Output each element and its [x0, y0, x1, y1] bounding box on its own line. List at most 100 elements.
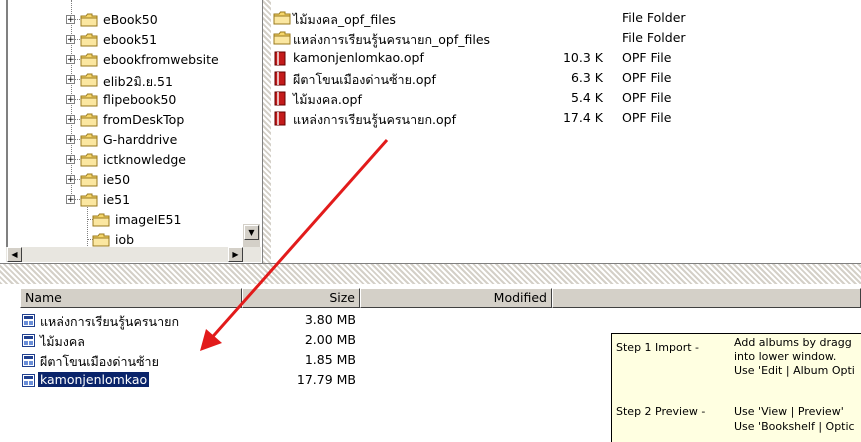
file-name: kamonjenlomkao.opf — [293, 50, 424, 65]
help-step2-line1: Use 'View | Preview' — [734, 405, 844, 418]
album-name: ไม้มงคล — [40, 334, 85, 349]
horizontal-splitter[interactable] — [0, 263, 861, 284]
tree-item[interactable]: + ebook51 — [8, 30, 258, 50]
file-row[interactable]: แหล่งการเรียนรู้นครนายก_opf_files File Fo… — [271, 28, 861, 48]
tree-item-label: G-harddrive — [103, 132, 178, 147]
expand-icon[interactable]: + — [66, 35, 75, 45]
opf-file-icon — [273, 51, 291, 66]
file-type: OPF File — [622, 90, 672, 105]
folder-icon — [273, 11, 291, 25]
scroll-right-button[interactable]: ▶ — [228, 247, 243, 262]
expand-icon[interactable]: + — [66, 195, 75, 205]
help-step1-line2: into lower window. — [734, 350, 837, 363]
file-name: แหล่งการเรียนรู้นครนายก.opf — [293, 112, 456, 127]
opf-file-icon — [273, 111, 291, 126]
expand-icon[interactable]: + — [66, 135, 75, 145]
album-size: 17.79 MB — [296, 372, 356, 387]
folder-icon — [80, 13, 98, 27]
help-step1-line3: Use 'Edit | Album Opti — [734, 364, 855, 377]
folder-icon — [80, 93, 98, 107]
album-name: kamonjenlomkao — [36, 371, 151, 388]
tree-item-label: ebookfromwebsite — [103, 52, 219, 67]
tree-item[interactable]: + eBook50 — [8, 10, 258, 30]
column-header-name[interactable]: Name — [20, 288, 242, 308]
help-panel: Step 1 Import - Add albums by dragg into… — [611, 333, 861, 442]
help-step1-line1: Add albums by dragg — [734, 336, 852, 349]
scroll-down-button[interactable]: ▼ — [244, 225, 259, 240]
file-name: ไม้มงคล.opf — [293, 92, 362, 107]
tree-item[interactable]: + ie51 — [8, 190, 258, 210]
help-step1-label: Step 1 Import - — [616, 341, 700, 354]
folder-icon — [80, 133, 98, 147]
tree-item[interactable]: + elib2มิ.ย.51 — [8, 70, 258, 90]
folder-icon — [80, 73, 98, 87]
column-header-size[interactable]: Size — [242, 288, 360, 308]
file-type: File Folder — [622, 30, 686, 45]
tree-item-label: iob — [115, 232, 135, 247]
expand-icon[interactable]: + — [66, 155, 75, 165]
tree-item-label: ictknowledge — [103, 152, 187, 167]
tree-horizontal-scrollbar[interactable]: ◀ ▶ — [6, 247, 261, 262]
tree-item-label: fromDeskTop — [103, 112, 185, 127]
tree-item[interactable]: + flipebook50 — [8, 90, 258, 110]
folder-icon — [80, 173, 98, 187]
file-size: 5.4 K — [570, 90, 603, 105]
opf-file-icon — [273, 71, 291, 86]
tree-item[interactable]: + G-harddrive — [8, 130, 258, 150]
folder-tree[interactable]: + eBook50 + ebook51 + ebookfromwebsite + elib2ม… — [6, 0, 263, 261]
file-row[interactable]: แหล่งการเรียนรู้นครนายก.opf 17.4 K OPF Fil… — [271, 108, 861, 128]
expand-icon[interactable]: + — [66, 115, 75, 125]
album-row[interactable]: kamonjenlomkao 17.79 MB — [22, 371, 356, 390]
tree-item[interactable]: imageIE51 — [8, 210, 258, 230]
tree-item-label: eBook50 — [103, 12, 158, 27]
tree-item[interactable]: + ebookfromwebsite — [8, 50, 258, 70]
file-list[interactable]: ไม้มงคล_opf_files File Folder แหล่งการเรีย… — [271, 0, 861, 262]
tree-item-label: ie51 — [103, 192, 131, 207]
file-size: 10.3 K — [562, 50, 603, 65]
tree-item[interactable]: + ie50 — [8, 170, 258, 190]
vertical-splitter[interactable] — [262, 0, 271, 263]
file-name: แหล่งการเรียนรู้นครนายก_opf_files — [293, 32, 491, 47]
expand-icon[interactable]: + — [66, 95, 75, 105]
file-row[interactable]: ไม้มงคล_opf_files File Folder — [271, 8, 861, 28]
folder-icon — [92, 233, 110, 247]
album-row[interactable]: ผีตาโขนเมืองด่านซ้าย 1.85 MB — [22, 351, 356, 370]
folder-icon — [273, 31, 291, 45]
expand-icon[interactable]: + — [66, 75, 75, 85]
tree-item-label: flipebook50 — [103, 92, 177, 107]
album-row[interactable]: แหล่งการเรียนรู้นครนายก 3.80 MB — [22, 311, 356, 330]
folder-icon — [80, 113, 98, 127]
file-row[interactable]: ผีตาโขนเมืองด่านซ้าย.opf 6.3 K OPF File — [271, 68, 861, 88]
folder-icon — [80, 153, 98, 167]
folder-icon — [80, 33, 98, 47]
file-row[interactable]: kamonjenlomkao.opf 10.3 K OPF File — [271, 48, 861, 68]
album-size: 1.85 MB — [304, 352, 356, 367]
file-name: ไม้มงคล_opf_files — [293, 12, 396, 27]
file-size: 6.3 K — [570, 70, 603, 85]
tree-item[interactable]: + fromDeskTop — [8, 110, 258, 130]
file-type: File Folder — [622, 10, 686, 25]
album-name: แหล่งการเรียนรู้นครนายก — [40, 314, 180, 329]
expand-icon[interactable]: + — [66, 175, 75, 185]
album-row[interactable]: ไม้มงคล 2.00 MB — [22, 331, 356, 350]
folder-icon — [80, 53, 98, 67]
column-header-modified[interactable]: Modified — [360, 288, 552, 308]
tree-item-label: ebook51 — [103, 32, 158, 47]
folder-icon — [92, 213, 110, 227]
album-size: 3.80 MB — [304, 312, 356, 327]
album-icon — [22, 374, 35, 387]
album-icon — [22, 354, 35, 367]
tree-item-label: imageIE51 — [115, 212, 182, 227]
column-header-empty — [552, 288, 861, 308]
folder-icon — [80, 193, 98, 207]
tree-item[interactable]: + ictknowledge — [8, 150, 258, 170]
file-row[interactable]: ไม้มงคล.opf 5.4 K OPF File — [271, 88, 861, 108]
file-size: 17.4 K — [562, 110, 603, 125]
scroll-left-button[interactable]: ◀ — [7, 247, 22, 262]
tree-item-label: ie50 — [103, 172, 131, 187]
expand-icon[interactable]: + — [66, 55, 75, 65]
help-step2-line2: Use 'Bookshelf | Optic — [734, 420, 855, 433]
expand-icon[interactable]: + — [66, 15, 75, 25]
opf-file-icon — [273, 91, 291, 106]
album-icon — [22, 334, 35, 347]
